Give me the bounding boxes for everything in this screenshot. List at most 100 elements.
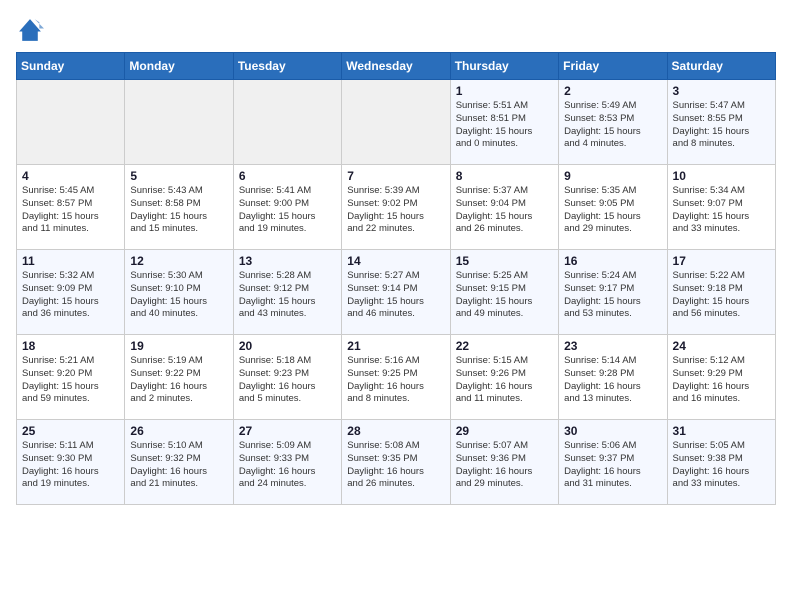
day-number: 24 xyxy=(673,339,770,353)
calendar-cell: 23Sunrise: 5:14 AM Sunset: 9:28 PM Dayli… xyxy=(559,335,667,420)
day-number: 8 xyxy=(456,169,553,183)
calendar-cell: 26Sunrise: 5:10 AM Sunset: 9:32 PM Dayli… xyxy=(125,420,233,505)
page-header xyxy=(16,16,776,44)
day-info: Sunrise: 5:30 AM Sunset: 9:10 PM Dayligh… xyxy=(130,270,227,321)
calendar-cell: 19 Sunrise: 5:19 AM Sunset: 9:22 PM Dayli… xyxy=(125,335,233,420)
day-number: 12 xyxy=(130,254,227,268)
day-info: Sunrise: 5:09 AM Sunset: 9:33 PM Dayligh… xyxy=(239,440,336,491)
calendar-week-4: 18 Sunrise: 5:21 AM Sunset: 9:20 PM Dayli… xyxy=(17,335,776,420)
day-info: Sunrise: 5:19 AM Sunset: 9:22 PM Dayligh… xyxy=(130,355,227,406)
day-info: Sunrise: 5:10 AM Sunset: 9:32 PM Dayligh… xyxy=(130,440,227,491)
calendar-cell: 8 Sunrise: 5:37 AM Sunset: 9:04 PM Daylig… xyxy=(450,165,558,250)
calendar-cell: 11 Sunrise: 5:32 AM Sunset: 9:09 PM Dayli… xyxy=(17,250,125,335)
day-number: 13 xyxy=(239,254,336,268)
calendar-cell: 25 Sunrise: 5:11 AM Sunset: 9:30 PM Dayli… xyxy=(17,420,125,505)
calendar-cell: 20 Sunrise: 5:18 AM Sunset: 9:23 PM Dayli… xyxy=(233,335,341,420)
calendar-week-3: 11 Sunrise: 5:32 AM Sunset: 9:09 PM Dayli… xyxy=(17,250,776,335)
day-info: Sunrise: 5:39 AM Sunset: 9:02 PM Dayligh… xyxy=(347,185,444,236)
day-info: Sunrise: 5:11 AM Sunset: 9:30 PM Dayligh… xyxy=(22,440,119,491)
day-info: Sunrise: 5:06 AM Sunset: 9:37 PM Dayligh… xyxy=(564,440,661,491)
calendar-cell: 28 Sunrise: 5:08 AM Sunset: 9:35 PM Dayli… xyxy=(342,420,450,505)
day-number: 4 xyxy=(22,169,119,183)
day-info: Sunrise: 5:07 AM Sunset: 9:36 PM Dayligh… xyxy=(456,440,553,491)
calendar-cell: 30 Sunrise: 5:06 AM Sunset: 9:37 PM Dayli… xyxy=(559,420,667,505)
day-number: 25 xyxy=(22,424,119,438)
day-info: Sunrise: 5:05 AM Sunset: 9:38 PM Dayligh… xyxy=(673,440,770,491)
day-number: 28 xyxy=(347,424,444,438)
day-info: Sunrise: 5:24 AM Sunset: 9:17 PM Dayligh… xyxy=(564,270,661,321)
calendar-cell: 15 Sunrise: 5:25 AM Sunset: 9:15 PM Dayli… xyxy=(450,250,558,335)
day-info: Sunrise: 5:43 AM Sunset: 8:58 PM Dayligh… xyxy=(130,185,227,236)
logo-icon xyxy=(16,16,44,44)
calendar-cell: 10 Sunrise: 5:34 AM Sunset: 9:07 PM Dayli… xyxy=(667,165,775,250)
day-number: 18 xyxy=(22,339,119,353)
day-number: 17 xyxy=(673,254,770,268)
calendar-cell xyxy=(17,80,125,165)
calendar-cell: 17 Sunrise: 5:22 AM Sunset: 9:18 PM Dayli… xyxy=(667,250,775,335)
day-info: Sunrise: 5:35 AM Sunset: 9:05 PM Dayligh… xyxy=(564,185,661,236)
day-number: 3 xyxy=(673,84,770,98)
calendar-cell: 4 Sunrise: 5:45 AM Sunset: 8:57 PM Daylig… xyxy=(17,165,125,250)
day-number: 31 xyxy=(673,424,770,438)
calendar-cell: 5 Sunrise: 5:43 AM Sunset: 8:58 PM Daylig… xyxy=(125,165,233,250)
day-number: 5 xyxy=(130,169,227,183)
day-number: 15 xyxy=(456,254,553,268)
day-info: Sunrise: 5:25 AM Sunset: 9:15 PM Dayligh… xyxy=(456,270,553,321)
day-info: Sunrise: 5:08 AM Sunset: 9:35 PM Dayligh… xyxy=(347,440,444,491)
calendar-cell: 12 Sunrise: 5:30 AM Sunset: 9:10 PM Dayli… xyxy=(125,250,233,335)
day-info: Sunrise: 5:28 AM Sunset: 9:12 PM Dayligh… xyxy=(239,270,336,321)
day-number: 22 xyxy=(456,339,553,353)
col-header-sunday: Sunday xyxy=(17,53,125,80)
calendar-cell: 18 Sunrise: 5:21 AM Sunset: 9:20 PM Dayli… xyxy=(17,335,125,420)
day-number: 10 xyxy=(673,169,770,183)
day-info: Sunrise: 5:32 AM Sunset: 9:09 PM Dayligh… xyxy=(22,270,119,321)
day-info: Sunrise: 5:45 AM Sunset: 8:57 PM Dayligh… xyxy=(22,185,119,236)
col-header-saturday: Saturday xyxy=(667,53,775,80)
col-header-wednesday: Wednesday xyxy=(342,53,450,80)
day-info: Sunrise: 5:22 AM Sunset: 9:18 PM Dayligh… xyxy=(673,270,770,321)
logo xyxy=(16,16,48,44)
calendar-cell xyxy=(233,80,341,165)
calendar-cell xyxy=(342,80,450,165)
day-info: Sunrise: 5:18 AM Sunset: 9:23 PM Dayligh… xyxy=(239,355,336,406)
day-info: Sunrise: 5:21 AM Sunset: 9:20 PM Dayligh… xyxy=(22,355,119,406)
calendar-week-2: 4 Sunrise: 5:45 AM Sunset: 8:57 PM Daylig… xyxy=(17,165,776,250)
day-number: 21 xyxy=(347,339,444,353)
calendar-cell: 31 Sunrise: 5:05 AM Sunset: 9:38 PM Dayli… xyxy=(667,420,775,505)
calendar-cell: 29Sunrise: 5:07 AM Sunset: 9:36 PM Dayli… xyxy=(450,420,558,505)
day-number: 9 xyxy=(564,169,661,183)
day-number: 27 xyxy=(239,424,336,438)
day-number: 7 xyxy=(347,169,444,183)
day-number: 14 xyxy=(347,254,444,268)
day-info: Sunrise: 5:15 AM Sunset: 9:26 PM Dayligh… xyxy=(456,355,553,406)
day-number: 30 xyxy=(564,424,661,438)
calendar-cell: 27 Sunrise: 5:09 AM Sunset: 9:33 PM Dayli… xyxy=(233,420,341,505)
calendar-week-1: 1 Sunrise: 5:51 AM Sunset: 8:51 PM Daylig… xyxy=(17,80,776,165)
col-header-monday: Monday xyxy=(125,53,233,80)
day-info: Sunrise: 5:37 AM Sunset: 9:04 PM Dayligh… xyxy=(456,185,553,236)
day-info: Sunrise: 5:34 AM Sunset: 9:07 PM Dayligh… xyxy=(673,185,770,236)
day-info: Sunrise: 5:49 AM Sunset: 8:53 PM Dayligh… xyxy=(564,100,661,151)
day-info: Sunrise: 5:51 AM Sunset: 8:51 PM Dayligh… xyxy=(456,100,553,151)
day-info: Sunrise: 5:47 AM Sunset: 8:55 PM Dayligh… xyxy=(673,100,770,151)
day-info: Sunrise: 5:41 AM Sunset: 9:00 PM Dayligh… xyxy=(239,185,336,236)
calendar-cell: 14Sunrise: 5:27 AM Sunset: 9:14 PM Dayli… xyxy=(342,250,450,335)
col-header-thursday: Thursday xyxy=(450,53,558,80)
day-number: 6 xyxy=(239,169,336,183)
day-number: 23 xyxy=(564,339,661,353)
day-number: 20 xyxy=(239,339,336,353)
calendar-cell: 22 Sunrise: 5:15 AM Sunset: 9:26 PM Dayli… xyxy=(450,335,558,420)
day-number: 11 xyxy=(22,254,119,268)
calendar-cell: 3 Sunrise: 5:47 AM Sunset: 8:55 PM Daylig… xyxy=(667,80,775,165)
day-number: 1 xyxy=(456,84,553,98)
calendar-cell: 24Sunrise: 5:12 AM Sunset: 9:29 PM Dayli… xyxy=(667,335,775,420)
calendar-week-5: 25 Sunrise: 5:11 AM Sunset: 9:30 PM Dayli… xyxy=(17,420,776,505)
day-info: Sunrise: 5:16 AM Sunset: 9:25 PM Dayligh… xyxy=(347,355,444,406)
calendar-cell: 7 Sunrise: 5:39 AM Sunset: 9:02 PM Daylig… xyxy=(342,165,450,250)
calendar-cell: 21 Sunrise: 5:16 AM Sunset: 9:25 PM Dayli… xyxy=(342,335,450,420)
calendar-table: SundayMondayTuesdayWednesdayThursdayFrid… xyxy=(16,52,776,505)
day-number: 19 xyxy=(130,339,227,353)
col-header-tuesday: Tuesday xyxy=(233,53,341,80)
calendar-cell: 2Sunrise: 5:49 AM Sunset: 8:53 PM Daylig… xyxy=(559,80,667,165)
calendar-cell: 16Sunrise: 5:24 AM Sunset: 9:17 PM Dayli… xyxy=(559,250,667,335)
